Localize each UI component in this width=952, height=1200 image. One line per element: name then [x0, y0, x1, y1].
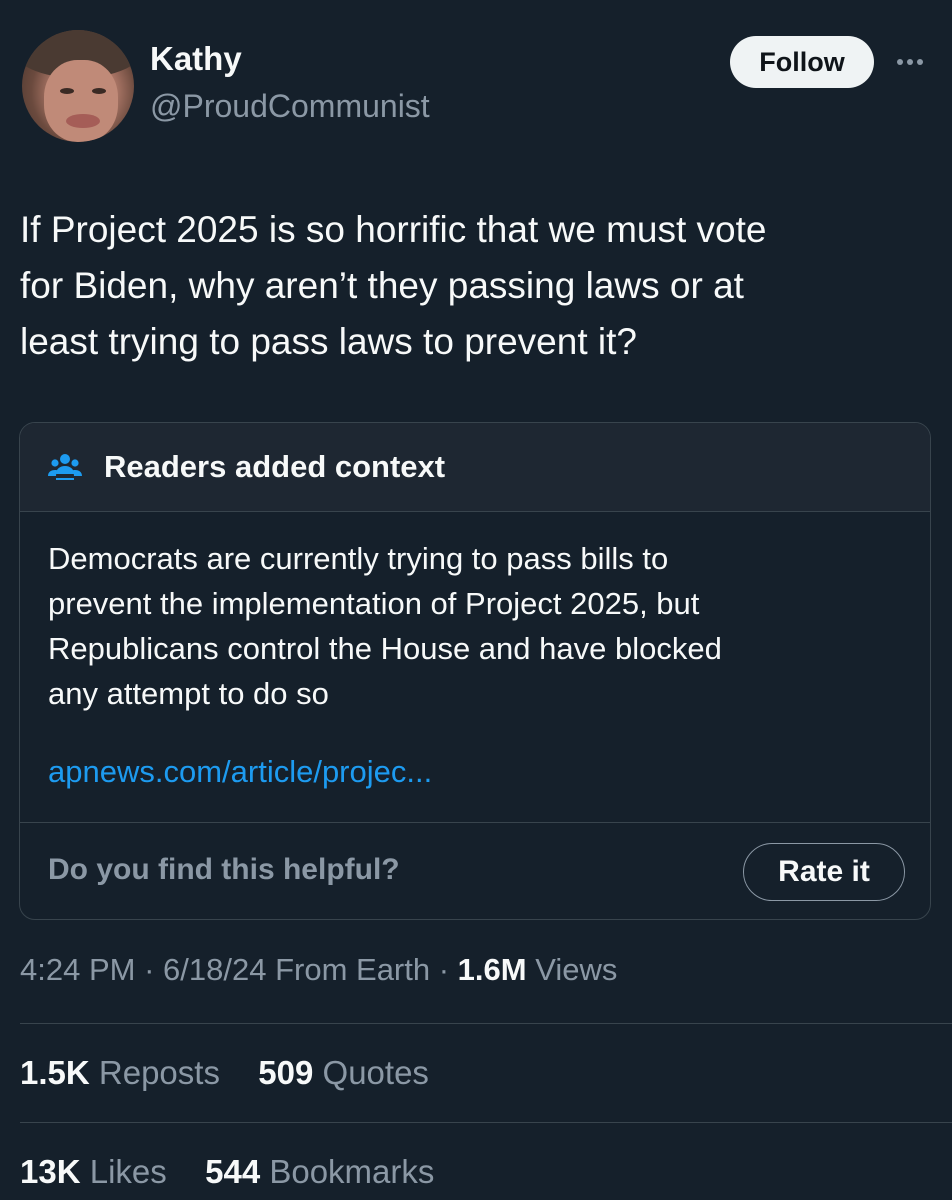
like-bookmark-stats: 13K Likes 544 Bookmarks [20, 1153, 434, 1191]
community-note-title: Readers added context [104, 449, 446, 484]
quotes-label: Quotes [322, 1054, 429, 1091]
avatar-face [44, 60, 118, 142]
more-options-icon[interactable] [890, 42, 930, 82]
tweet-date[interactable]: 6/18/24 [163, 952, 266, 987]
divider [20, 1122, 952, 1123]
avatar-eye [60, 88, 74, 94]
quotes-stat[interactable]: 509 Quotes [258, 1054, 429, 1091]
community-note-body: Democrats are currently trying to pass b… [48, 536, 908, 716]
note-body-line: any attempt to do so [48, 676, 329, 711]
tweet-time[interactable]: 4:24 PM [20, 952, 135, 987]
note-body-line: Democrats are currently trying to pass b… [48, 541, 669, 576]
tweet-text-line: least trying to pass laws to prevent it? [20, 321, 637, 362]
likes-label: Likes [89, 1153, 167, 1190]
divider [20, 822, 930, 823]
quotes-count: 509 [258, 1054, 314, 1091]
follow-button[interactable]: Follow [730, 36, 874, 88]
source-link[interactable]: apnews.com/article/projec... [48, 754, 432, 790]
repost-quote-stats: 1.5K Reposts 509 Quotes [20, 1054, 429, 1092]
tweet-text-line: If Project 2025 is so horrific that we m… [20, 209, 767, 250]
note-body-line: Republicans control the House and have b… [48, 631, 722, 666]
tweet-source: From Earth [275, 952, 431, 987]
likes-stat[interactable]: 13K Likes [20, 1153, 176, 1190]
rate-it-button[interactable]: Rate it [743, 843, 905, 901]
bookmarks-label: Bookmarks [269, 1153, 435, 1190]
author-name[interactable]: Kathy [150, 40, 242, 78]
note-body-line: prevent the implementation of Project 20… [48, 586, 700, 621]
bookmarks-stat[interactable]: 544 Bookmarks [205, 1153, 434, 1190]
reposts-label: Reposts [98, 1054, 220, 1091]
helpful-question: Do you find this helpful? [48, 853, 400, 886]
views-label: Views [535, 952, 618, 987]
avatar-eye [92, 88, 106, 94]
people-icon [48, 454, 82, 480]
tweet-text: If Project 2025 is so horrific that we m… [20, 202, 920, 370]
author-avatar[interactable] [22, 30, 134, 142]
author-handle[interactable]: @ProudCommunist [150, 88, 430, 125]
reposts-count: 1.5K [20, 1054, 90, 1091]
divider [20, 1023, 952, 1024]
tweet-text-line: for Biden, why aren’t they passing laws … [20, 265, 744, 306]
likes-count: 13K [20, 1153, 81, 1190]
avatar-mouth [66, 114, 100, 128]
meta-separator: · [438, 952, 458, 987]
tweet-meta: 4:24 PM · 6/18/24 From Earth · 1.6M View… [20, 952, 617, 988]
community-note: Readers added context Democrats are curr… [19, 422, 931, 920]
views-count: 1.6M [457, 952, 527, 987]
bookmarks-count: 544 [205, 1153, 261, 1190]
community-note-header: Readers added context [20, 423, 930, 512]
reposts-stat[interactable]: 1.5K Reposts [20, 1054, 229, 1091]
meta-separator: · [144, 952, 164, 987]
